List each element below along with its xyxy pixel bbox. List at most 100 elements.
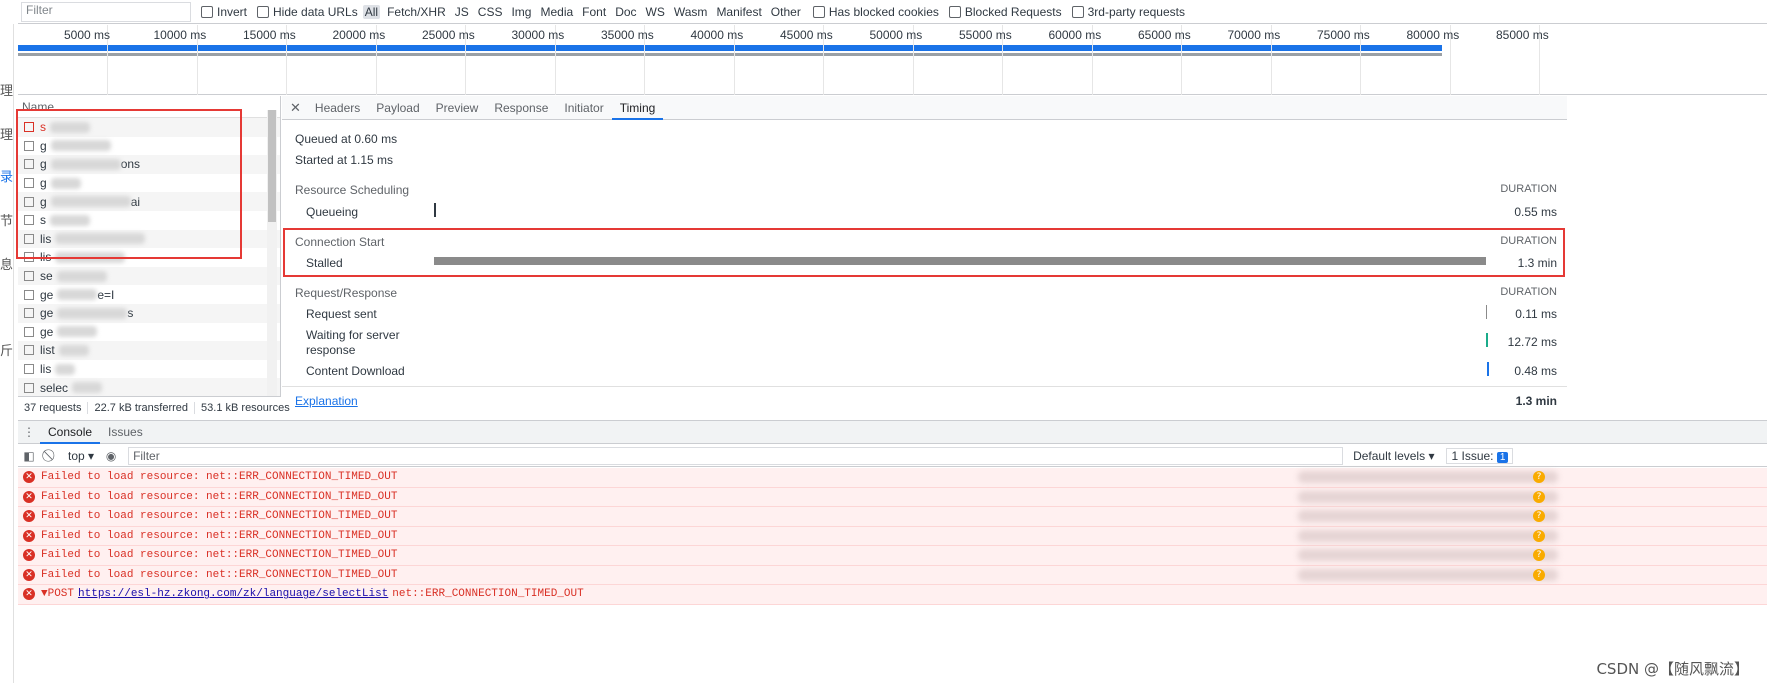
timeline-tick-label: 30000 ms bbox=[511, 28, 565, 42]
overview-request-bar bbox=[18, 45, 1442, 51]
request-row[interactable]: ge e=I bbox=[18, 285, 280, 304]
post-url-link[interactable]: https://esl-hz.zkong.com/zk/language/sel… bbox=[78, 588, 388, 600]
type-filter-img[interactable]: Img bbox=[509, 5, 533, 19]
type-filter-fetch-xhr[interactable]: Fetch/XHR bbox=[385, 5, 448, 19]
insight-icon[interactable]: ? bbox=[1533, 568, 1545, 581]
redacted-source-link[interactable] bbox=[1298, 510, 1558, 523]
scrollbar-thumb[interactable] bbox=[268, 110, 276, 222]
redacted-source-link[interactable] bbox=[1298, 490, 1558, 503]
request-list-panel: Name s g g ons g g ai s lis lis se ge e=I ge s ge list li… bbox=[18, 96, 290, 418]
redacted-blur bbox=[55, 363, 76, 375]
console-error-message[interactable]: ✕ Failed to load resource: net::ERR_CONNE… bbox=[18, 507, 1767, 527]
request-row[interactable]: g ons bbox=[18, 155, 280, 174]
tab-initiator[interactable]: Initiator bbox=[556, 96, 611, 120]
console-error-message[interactable]: ✕ Failed to load resource: net::ERR_CONNE… bbox=[18, 526, 1767, 546]
type-filter-doc[interactable]: Doc bbox=[613, 5, 638, 19]
request-row[interactable]: g ai bbox=[18, 192, 280, 211]
tab-issues[interactable]: Issues bbox=[100, 421, 151, 444]
overview-timeline[interactable]: 5000 ms 10000 ms 15000 ms 20000 ms 25000 ms 3… bbox=[18, 25, 1767, 95]
hide-data-urls-checkbox[interactable]: Hide data URLs bbox=[257, 5, 358, 19]
network-filter-input[interactable]: Filter bbox=[21, 1, 191, 22]
clear-console-icon[interactable]: ⃠ bbox=[40, 448, 62, 463]
request-name: g bbox=[40, 138, 47, 153]
insight-icon[interactable]: ? bbox=[1533, 529, 1545, 542]
request-name: lis bbox=[40, 231, 52, 246]
log-levels-dropdown[interactable]: Default levels ▾ bbox=[1353, 449, 1434, 463]
request-list-scrollbar[interactable] bbox=[267, 110, 277, 400]
request-type-icon bbox=[24, 326, 34, 337]
console-error-message[interactable]: ✕ Failed to load resource: net::ERR_CONNE… bbox=[18, 565, 1767, 585]
sidebar-toggle-icon[interactable]: ◧ bbox=[18, 449, 40, 463]
has-blocked-cookies-checkbox[interactable]: Has blocked cookies bbox=[812, 4, 939, 19]
request-row[interactable]: s bbox=[18, 211, 280, 230]
type-filter-font[interactable]: Font bbox=[580, 5, 608, 19]
insight-icon[interactable]: ? bbox=[1533, 490, 1545, 503]
tab-response[interactable]: Response bbox=[486, 96, 556, 120]
request-row[interactable]: ge s bbox=[18, 303, 280, 323]
timeline-tick-label: 60000 ms bbox=[1048, 28, 1102, 42]
more-vertical-icon[interactable]: ⋮ bbox=[18, 425, 40, 439]
redacted-source-link[interactable] bbox=[1298, 471, 1558, 484]
console-error-message[interactable]: ✕ Failed to load resource: net::ERR_CONNE… bbox=[18, 468, 1767, 488]
waiting-bar bbox=[1486, 333, 1488, 347]
redacted-source-link[interactable] bbox=[1298, 549, 1558, 562]
issues-label: 1 Issue: bbox=[1451, 448, 1494, 463]
type-filter-js[interactable]: JS bbox=[453, 5, 471, 19]
queueing-value: 0.55 ms bbox=[1514, 205, 1557, 219]
context-selector[interactable]: top ▾ bbox=[68, 449, 94, 463]
tab-headers[interactable]: Headers bbox=[307, 96, 368, 120]
request-row[interactable]: lis bbox=[18, 360, 280, 379]
request-row[interactable]: selec bbox=[18, 378, 280, 397]
redacted-blur bbox=[57, 289, 98, 301]
type-filter-all[interactable]: All bbox=[362, 4, 381, 19]
console-filter-input[interactable]: Filter bbox=[128, 446, 1344, 465]
console-post-error[interactable]: ✕ ▼POST https://esl-hz.zkong.com/zk/langua… bbox=[18, 585, 1767, 605]
console-error-message[interactable]: ✕ Failed to load resource: net::ERR_CONNE… bbox=[18, 546, 1767, 566]
type-filter-ws[interactable]: WS bbox=[644, 5, 667, 19]
tab-timing[interactable]: Timing bbox=[611, 96, 664, 120]
has-blocked-cookies-label: Has blocked cookies bbox=[828, 4, 939, 19]
timeline-tick-label: 5000 ms bbox=[64, 28, 111, 42]
request-name-suffix: s bbox=[127, 306, 134, 321]
queued-at-text: Queued at 0.60 ms bbox=[295, 132, 398, 146]
divider bbox=[282, 386, 1567, 387]
request-row[interactable]: ge bbox=[18, 323, 280, 342]
type-filter-other[interactable]: Other bbox=[769, 5, 803, 19]
sidebar-char: 理 bbox=[0, 127, 14, 142]
redacted-source-link[interactable] bbox=[1298, 529, 1558, 542]
invert-checkbox[interactable]: Invert bbox=[201, 5, 247, 19]
request-row[interactable]: s bbox=[18, 118, 280, 137]
tab-console[interactable]: Console bbox=[40, 421, 101, 444]
redacted-blur bbox=[50, 196, 131, 208]
redacted-blur bbox=[56, 270, 107, 282]
name-column-header[interactable]: Name bbox=[18, 96, 280, 118]
request-row[interactable]: list bbox=[18, 341, 280, 360]
type-filter-manifest[interactable]: Manifest bbox=[714, 5, 763, 19]
request-row[interactable]: se bbox=[18, 266, 280, 286]
issues-button[interactable]: 1 Issue: 1 bbox=[1446, 447, 1514, 464]
type-filter-css[interactable]: CSS bbox=[476, 5, 505, 19]
console-message-text: Failed to load resource: net::ERR_CONNEC… bbox=[41, 549, 398, 562]
request-row[interactable]: lis bbox=[18, 248, 280, 267]
redacted-blur bbox=[50, 214, 90, 226]
type-filter-wasm[interactable]: Wasm bbox=[672, 5, 710, 19]
request-row[interactable]: lis bbox=[18, 229, 280, 249]
request-row[interactable]: g bbox=[18, 174, 280, 193]
queueing-bar bbox=[434, 203, 436, 217]
tab-preview[interactable]: Preview bbox=[428, 96, 487, 120]
explanation-link[interactable]: Explanation bbox=[295, 394, 358, 408]
close-icon[interactable]: ✕ bbox=[282, 100, 307, 116]
request-name: g bbox=[40, 157, 47, 172]
request-name: g bbox=[40, 194, 47, 209]
type-filter-media[interactable]: Media bbox=[538, 5, 575, 19]
third-party-checkbox[interactable]: 3rd-party requests bbox=[1071, 5, 1185, 19]
sidebar-char: 息 bbox=[0, 257, 14, 272]
console-error-message[interactable]: ✕ Failed to load resource: net::ERR_CONNE… bbox=[18, 487, 1767, 507]
content-download-bar bbox=[1487, 362, 1489, 376]
request-row[interactable]: g bbox=[18, 137, 280, 156]
request-type-icon bbox=[24, 122, 34, 133]
blocked-requests-checkbox[interactable]: Blocked Requests bbox=[948, 5, 1062, 19]
tab-payload[interactable]: Payload bbox=[368, 96, 427, 120]
redacted-source-link[interactable] bbox=[1298, 568, 1558, 581]
eye-icon[interactable]: ◉ bbox=[100, 449, 122, 463]
